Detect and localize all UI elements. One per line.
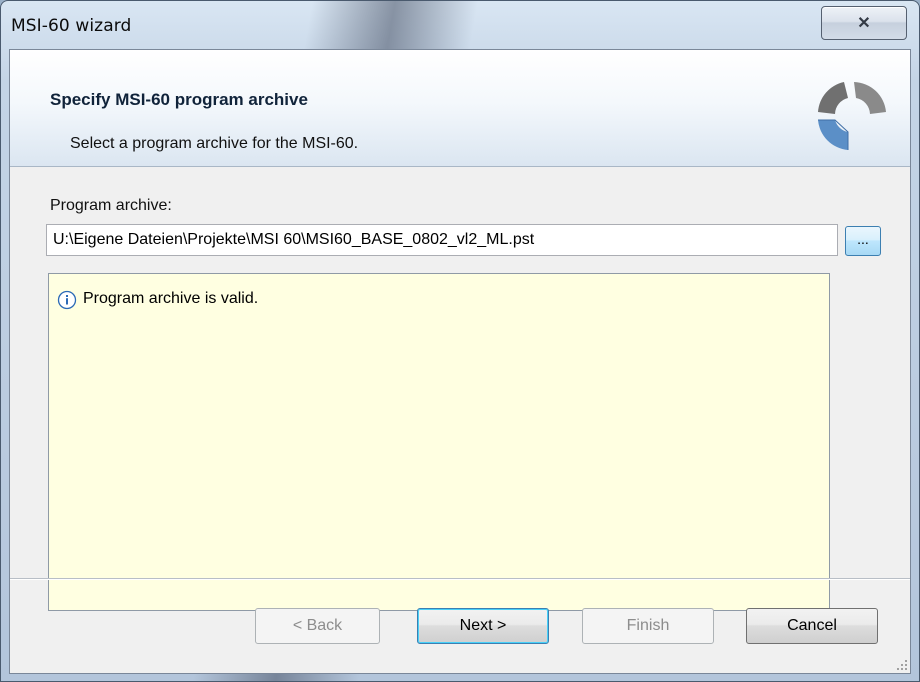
ring-segments-logo-icon (818, 82, 886, 150)
close-icon: ✕ (857, 15, 871, 32)
footer-separator (10, 578, 910, 580)
program-archive-label: Program archive: (50, 197, 172, 214)
cancel-button[interactable]: Cancel (746, 608, 878, 644)
wizard-header: Specify MSI-60 program archive Select a … (10, 50, 910, 167)
info-icon (57, 290, 77, 310)
validation-message: Program archive is valid. (83, 290, 259, 307)
close-button[interactable]: ✕ (821, 6, 907, 40)
page-title: Specify MSI-60 program archive (50, 90, 308, 109)
program-archive-path-input[interactable] (46, 224, 838, 256)
wizard-client-area: Specify MSI-60 program archive Select a … (9, 49, 911, 674)
wizard-window: MSI-60 wizard ✕ Specify MSI-60 program a… (0, 0, 920, 682)
finish-button[interactable]: Finish (582, 608, 714, 644)
window-title: MSI-60 wizard (11, 16, 132, 36)
page-subtitle: Select a program archive for the MSI-60. (70, 135, 359, 152)
next-button[interactable]: Next > (417, 608, 549, 644)
validation-message-box: Program archive is valid. (48, 273, 830, 611)
browse-button[interactable]: ... (845, 226, 881, 256)
resize-grip-icon[interactable] (896, 659, 908, 671)
back-button[interactable]: < Back (255, 608, 380, 644)
title-bar[interactable]: MSI-60 wizard ✕ (1, 1, 919, 49)
